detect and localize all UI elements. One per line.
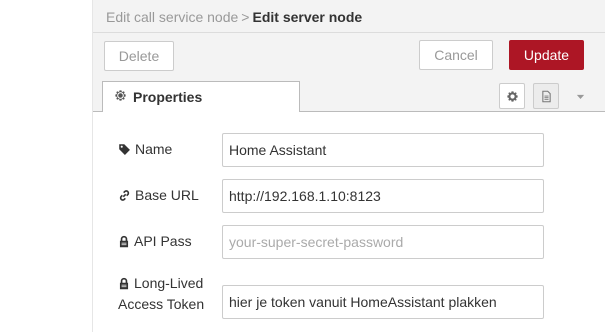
breadcrumb-previous[interactable]: Edit call service node	[106, 9, 238, 25]
name-label: Name	[118, 141, 172, 157]
tab-settings-button[interactable]	[499, 83, 525, 109]
tray-toolbar: Delete Cancel Update	[93, 34, 605, 78]
tab-description-button[interactable]	[533, 83, 559, 109]
breadcrumb: Edit call service node > Edit server node	[106, 9, 362, 25]
api-pass-label-text: API Pass	[134, 233, 192, 249]
tray-header: Edit call service node > Edit server node	[93, 0, 605, 33]
token-label-line1: Long-Lived	[134, 275, 204, 291]
breadcrumb-separator: >	[241, 9, 250, 25]
api-pass-placeholder: your-super-secret-password	[229, 234, 404, 250]
name-label-text: Name	[135, 141, 173, 157]
breadcrumb-current: Edit server node	[252, 9, 363, 25]
edit-tray: Edit call service node > Edit server node …	[93, 0, 605, 332]
tab-more-button[interactable]	[567, 83, 593, 109]
tab-properties-label: Properties	[133, 89, 203, 105]
api-pass-input[interactable]: your-super-secret-password	[222, 225, 544, 259]
delete-button[interactable]: Delete	[104, 41, 174, 71]
document-icon	[542, 90, 551, 103]
cancel-button[interactable]: Cancel	[419, 40, 493, 70]
tag-icon	[119, 143, 130, 155]
base-url-input[interactable]: http://192.168.1.10:8123	[222, 179, 544, 213]
gear-icon	[114, 89, 128, 103]
base-url-label: Base URL	[118, 187, 199, 203]
lock-icon	[119, 277, 129, 290]
update-button[interactable]: Update	[509, 40, 584, 70]
token-label: Long-Lived Access Token	[118, 273, 204, 315]
token-label-line2: Access Token	[118, 296, 205, 312]
api-pass-label: API Pass	[118, 233, 192, 249]
properties-panel: Name Home Assistant Base URL http://192.…	[93, 112, 605, 332]
name-input[interactable]: Home Assistant	[222, 133, 544, 167]
caret-down-icon	[576, 94, 585, 99]
token-input[interactable]: hier je token vanuit HomeAssistant plakk…	[222, 285, 544, 319]
lock-icon	[119, 235, 129, 247]
link-icon	[119, 189, 130, 201]
tab-properties[interactable]: Properties	[102, 81, 300, 113]
workspace-edge	[0, 0, 92, 332]
base-url-label-text: Base URL	[135, 187, 199, 203]
gear-icon	[507, 91, 518, 102]
tabs-bar: Properties	[93, 78, 605, 113]
